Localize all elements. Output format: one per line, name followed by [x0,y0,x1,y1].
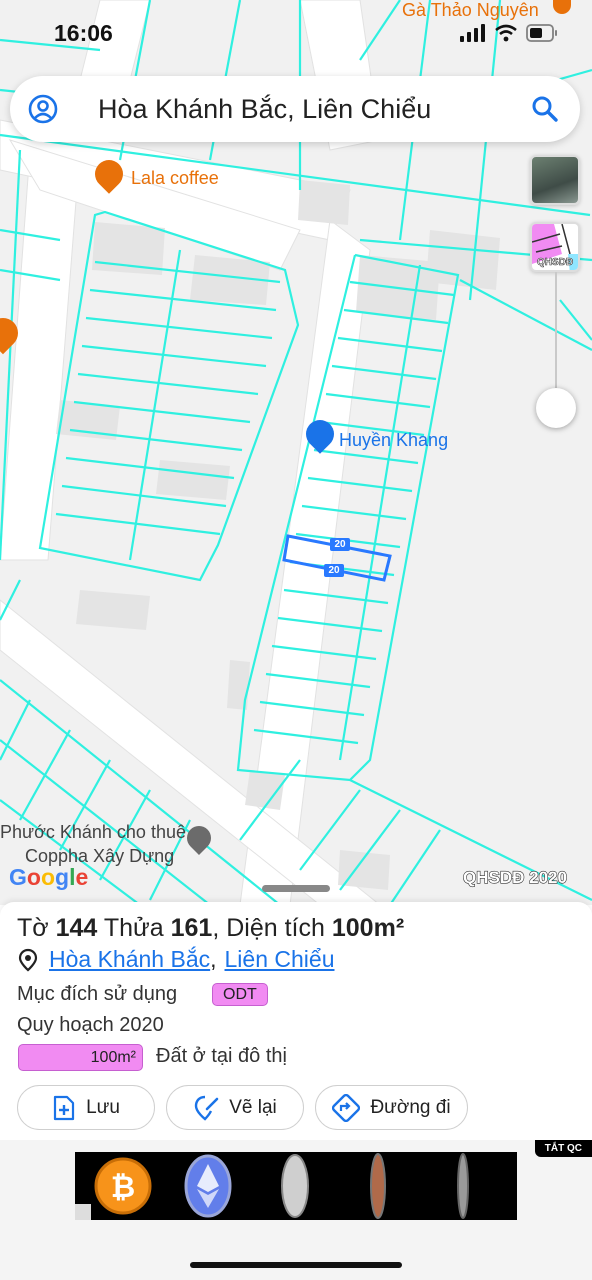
google-logo-letter: g [55,864,70,890]
plan-description: Đất ở tại đô thị [156,1045,287,1067]
location-row: Hòa Khánh Bắc, Liên Chiểu [17,946,334,973]
title-comma: , [212,914,220,942]
google-logo-letter: o [26,864,41,890]
ad-choices-icon[interactable] [75,1204,91,1220]
satellite-layer-button[interactable] [530,155,580,205]
home-indicator[interactable] [190,1262,402,1268]
parcel-title: Tờ 144 Thửa 161, Diện tích 100m² [17,914,404,943]
plan-area-bar: 100m² [18,1044,143,1071]
draw-icon [195,1095,219,1121]
ad-banner[interactable]: ₿ [75,1152,517,1220]
parcel-info-sheet: Tờ 144 Thửa 161, Diện tích 100m² Hòa Khá… [0,902,592,1142]
account-icon[interactable] [28,94,58,124]
svg-text:₿: ₿ [111,1171,135,1204]
area-value: 100m² [331,914,405,942]
google-logo-letter: o [40,864,56,890]
dimension-label-bottom: 20 [324,564,344,577]
wifi-icon [495,24,517,42]
close-ad-button[interactable]: TẮT QC [534,1140,592,1157]
redraw-button[interactable]: Vẽ lại [166,1085,304,1130]
search-icon[interactable] [530,94,560,124]
google-logo-letter: G [9,864,27,890]
status-icons [460,24,558,42]
zoning-layer-button[interactable]: QHSDĐ [530,222,580,272]
purpose-label: Mục đích sử dụng [17,983,178,1005]
purpose-code-badge: ODT [212,983,268,1006]
poi-label-rental-line1[interactable]: Phước Khánh cho thuê [0,822,186,843]
dimension-label-top: 20 [330,538,350,551]
plot-number: 161 [170,914,213,942]
directions-button[interactable]: Đường đi [315,1085,468,1130]
plot-label: Thửa [103,914,164,942]
poi-label-top-right[interactable]: Gà Thảo Nguyên [402,0,539,21]
sheet-number: 144 [55,914,98,942]
opacity-slider-knob[interactable] [536,388,576,428]
google-logo-letter: e [75,864,89,890]
poi-label-cafe[interactable]: Lala coffee [131,168,219,189]
ad-area: TẮT QC ₿ [0,1140,592,1280]
sheet-drag-handle[interactable] [262,885,330,892]
zoning-layer-label: QHSDĐ [536,257,574,269]
save-button-label: Lưu [86,1096,120,1118]
area-label: Diện tích [226,914,325,942]
district-link[interactable]: Liên Chiểu [225,946,335,973]
add-file-icon [53,1095,75,1120]
status-time: 16:06 [54,20,113,46]
poi-label-shop[interactable]: Huyền Khang [339,430,448,451]
google-logo: Google [9,864,88,891]
plan-label: Quy hoạch 2020 [17,1014,164,1036]
redraw-button-label: Vẽ lại [229,1096,277,1118]
save-button[interactable]: Lưu [17,1085,155,1130]
crypto-coins-image: ₿ [94,1153,469,1219]
search-bar[interactable]: Hòa Khánh Bắc, Liên Chiểu [10,76,580,142]
ward-link[interactable]: Hòa Khánh Bắc [49,946,210,973]
zoning-watermark: QHSDĐ 2020 [462,867,567,887]
directions-button-label: Đường đi [370,1096,451,1118]
battery-icon [526,24,557,42]
location-separator: , [210,946,217,972]
sheet-label: Tờ [17,914,49,942]
signal-icon [460,24,485,42]
search-query[interactable]: Hòa Khánh Bắc, Liên Chiểu [98,94,431,125]
directions-icon [332,1093,361,1122]
location-icon [18,948,38,971]
